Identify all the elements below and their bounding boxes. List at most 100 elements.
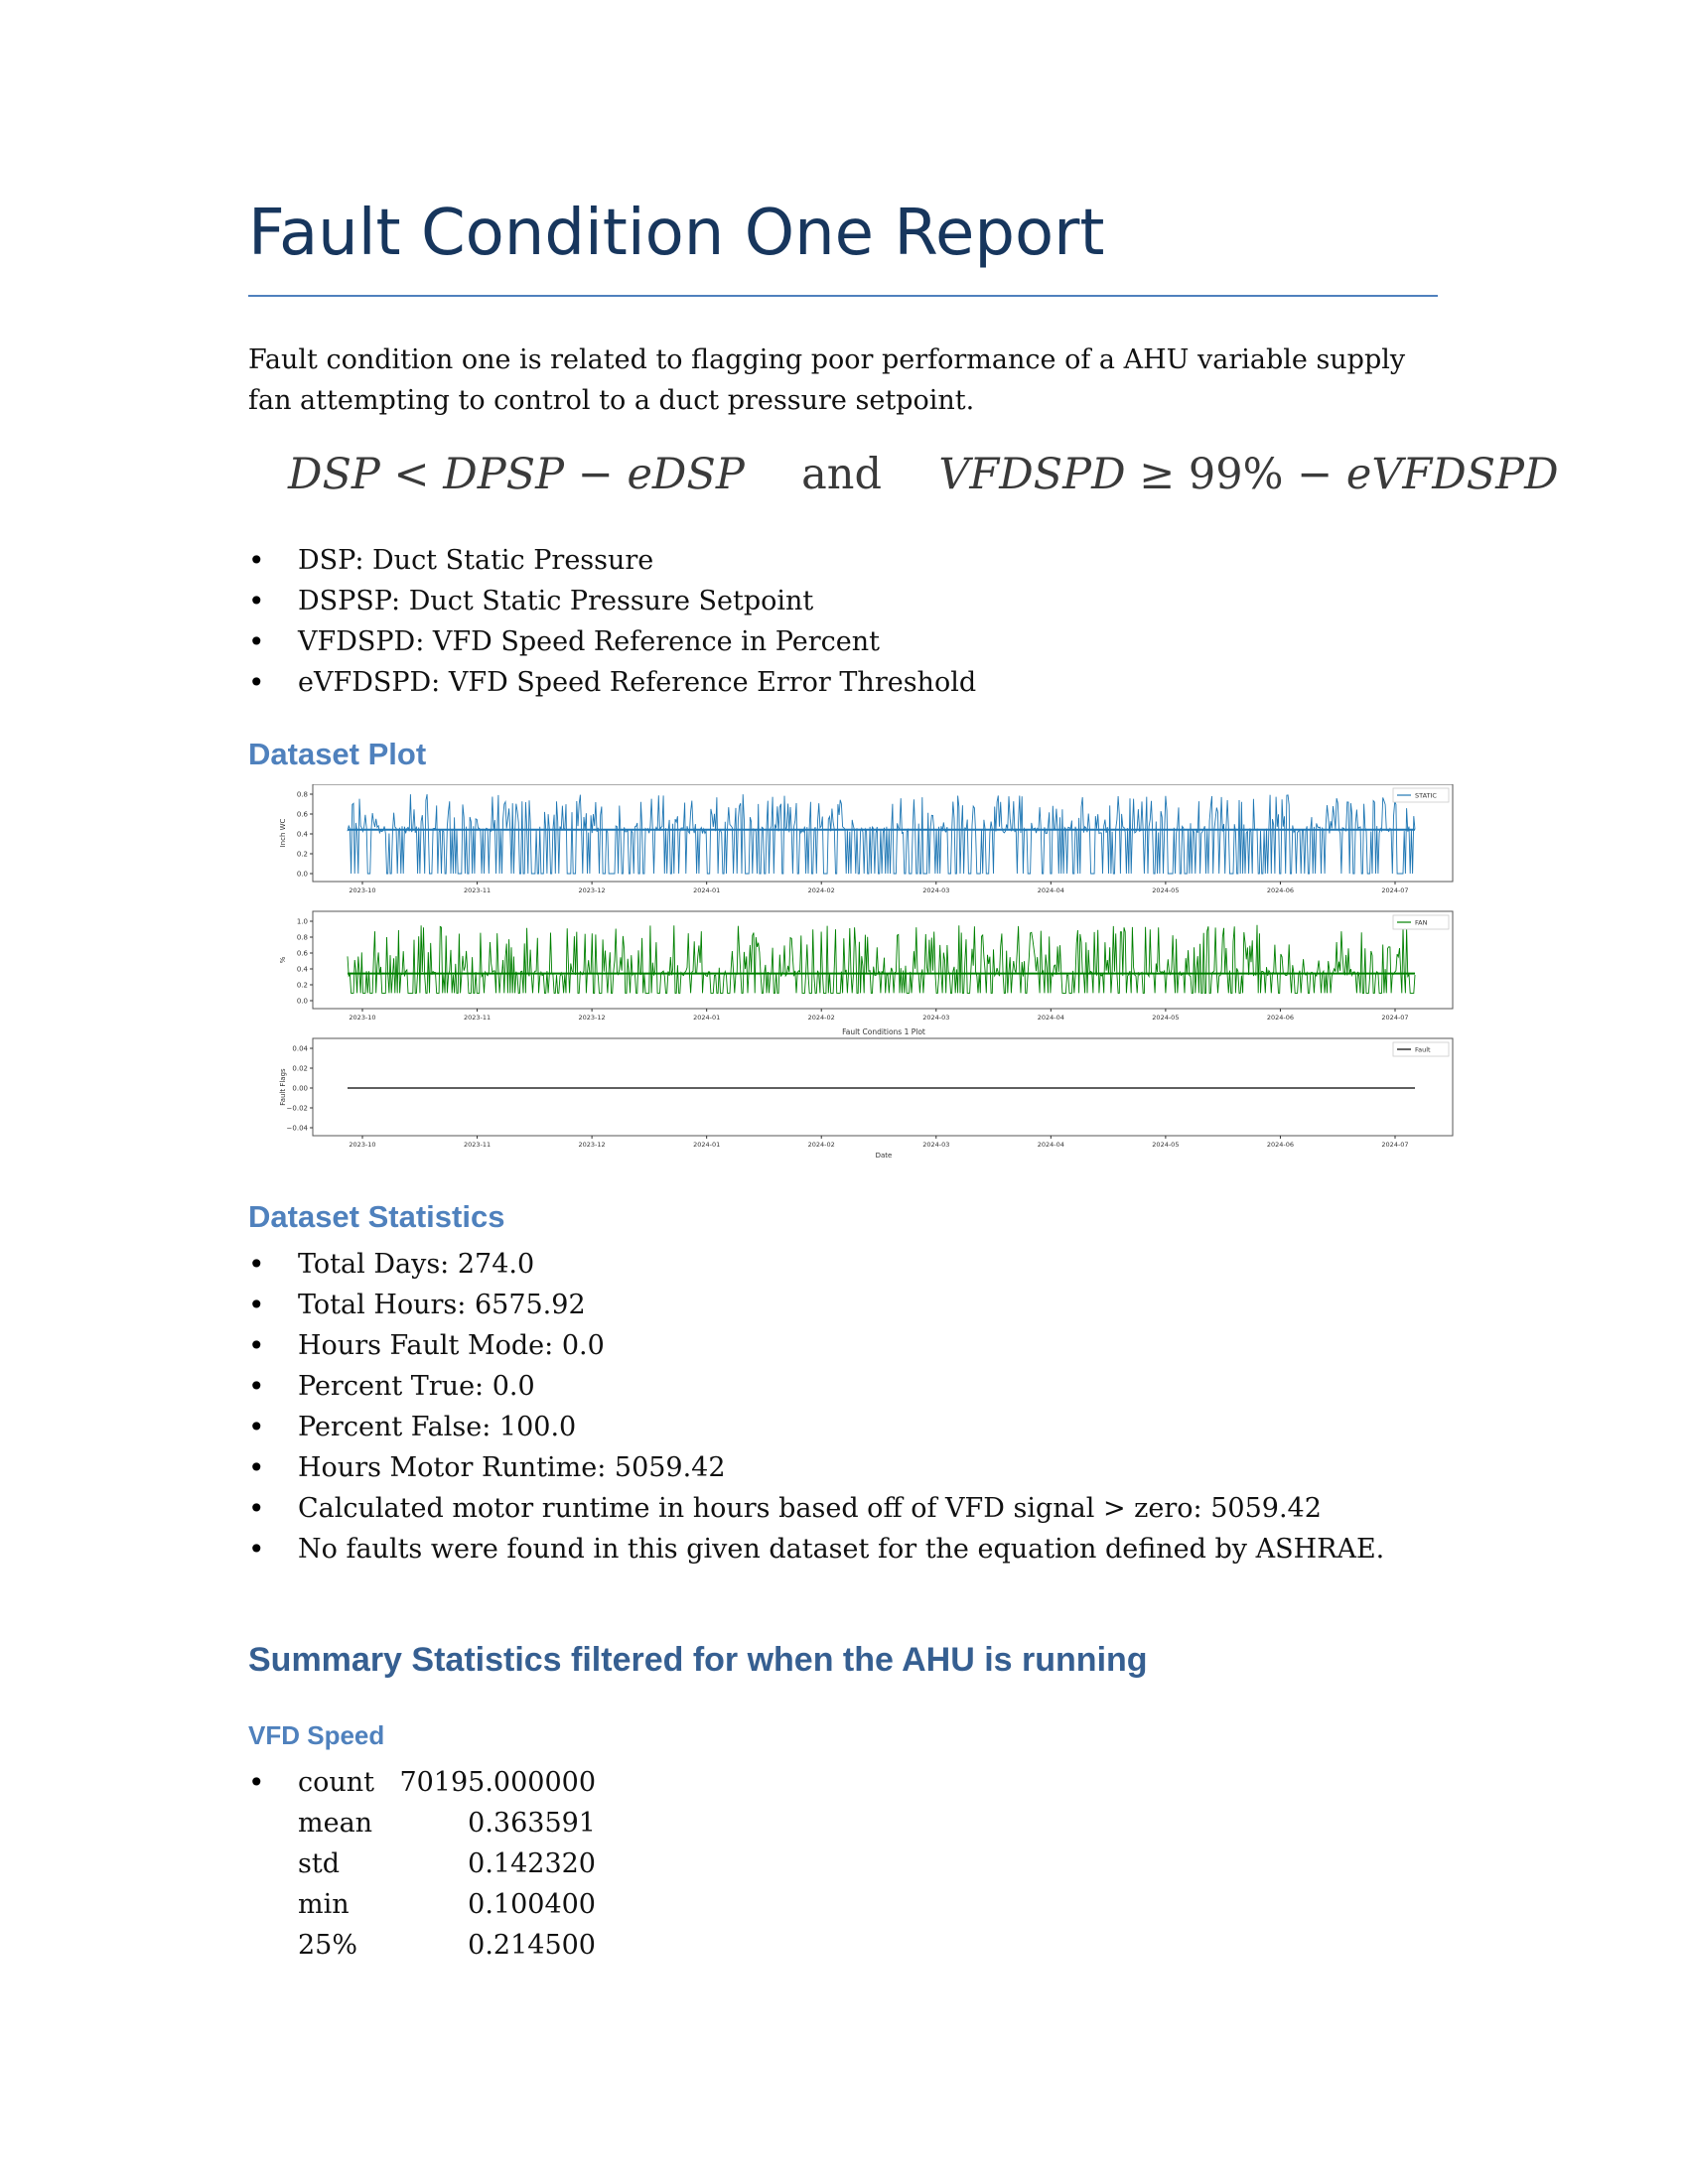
y-axis-label: Fault Flags	[279, 1068, 287, 1106]
legend-label: STATIC	[1415, 792, 1437, 800]
x-tick-label: 2024-01	[693, 1014, 720, 1022]
x-tick-label: 2024-01	[693, 1141, 720, 1149]
fault-equation: DSP < DPSP − eDSP and VFDSPD ≥ 99% − eVF…	[288, 450, 1559, 509]
y-tick-label: 0.8	[297, 934, 308, 942]
x-tick-label: 2024-04	[1038, 887, 1064, 894]
eq-edsp: eDSP	[627, 450, 745, 499]
x-tick-label: 2023-11	[464, 1141, 491, 1149]
y-tick-label: 0.02	[292, 1065, 308, 1073]
summary-heading: Summary Statistics filtered for when the…	[248, 1641, 1148, 1679]
x-tick-label: 2024-03	[922, 887, 949, 894]
list-item: No faults were found in this given datas…	[248, 1529, 1384, 1570]
eq-evfdspd: eVFDSPD	[1345, 450, 1559, 499]
page-title: Fault Condition One Report	[248, 197, 1105, 270]
vfd-stat-value: 0.214500	[468, 1930, 596, 1961]
x-tick-label: 2024-05	[1152, 1141, 1179, 1149]
y-axis-label: Inch WC	[279, 818, 287, 847]
dataset-plot-heading: Dataset Plot	[248, 737, 427, 771]
y-axis-label: %	[279, 956, 287, 963]
eq-and: and	[801, 450, 882, 499]
x-tick-label: 2024-01	[693, 887, 720, 894]
x-axis-label: Date	[876, 1152, 893, 1160]
y-tick-label: −0.02	[287, 1105, 308, 1113]
y-tick-label: 0.4	[297, 831, 309, 839]
x-tick-label: 2024-06	[1267, 1141, 1294, 1149]
eq-vfdspd: VFDSPD	[938, 450, 1126, 499]
vfd-stat-row: count 70195.000000	[298, 1762, 596, 1803]
list-item: DSP: Duct Static Pressure	[248, 540, 976, 581]
vfd-stat-key: std	[298, 1848, 340, 1879]
eq-99: 99%	[1188, 450, 1284, 499]
x-tick-label: 2024-03	[922, 1014, 949, 1022]
vfd-stat-row: mean 0.363591	[298, 1803, 596, 1843]
vfd-stats-table: count 70195.000000 mean 0.363591 std 0.1…	[298, 1762, 596, 1966]
x-tick-label: 2024-02	[808, 1014, 835, 1022]
x-tick-label: 2024-06	[1267, 887, 1294, 894]
vfd-stat-value: 0.142320	[468, 1848, 596, 1879]
x-tick-label: 2023-10	[349, 1141, 375, 1149]
y-tick-label: 0.2	[297, 982, 308, 990]
eq-dsp: DSP	[288, 450, 380, 499]
vfd-stat-row: std 0.142320	[298, 1843, 596, 1884]
chart-title: Fault Conditions 1 Plot	[842, 1027, 925, 1036]
vfd-stat-value: 70195.000000	[399, 1767, 596, 1798]
vfd-stat-key: count	[298, 1767, 375, 1798]
vfd-stat-key: 25%	[298, 1930, 358, 1961]
title-underline	[248, 295, 1438, 297]
y-tick-label: −0.04	[287, 1125, 309, 1133]
y-tick-label: 0.0	[297, 998, 308, 1006]
vfd-speed-heading: VFD Speed	[248, 1720, 385, 1750]
x-tick-label: 2024-05	[1152, 887, 1179, 894]
x-tick-label: 2023-12	[579, 1014, 606, 1022]
list-item: Hours Fault Mode: 0.0	[248, 1325, 1384, 1366]
y-tick-label: 0.6	[297, 950, 309, 958]
dataset-plot-figure: 0.8 0.6 0.4 0.2 0.0 Inch WC 2023-10 2023-11 2023…	[273, 784, 1465, 1161]
x-tick-label: 2024-07	[1381, 887, 1408, 894]
list-item: Calculated motor runtime in hours based …	[248, 1488, 1384, 1529]
vfd-stat-value: 0.363591	[468, 1808, 596, 1839]
x-tick-label: 2023-11	[464, 1014, 491, 1022]
y-tick-label: 0.04	[292, 1045, 308, 1053]
vfd-stats-bullet: •	[248, 1766, 265, 1799]
x-tick-label: 2023-12	[579, 1141, 606, 1149]
plot-frame	[312, 1037, 1454, 1137]
x-tick-label: 2023-12	[579, 887, 606, 894]
eq-minus-2: −	[1297, 450, 1334, 499]
x-tick-label: 2024-05	[1152, 1014, 1179, 1022]
x-tick-label: 2024-04	[1038, 1014, 1064, 1022]
definitions-list: DSP: Duct Static Pressure DSPSP: Duct St…	[248, 540, 976, 703]
list-item: Total Days: 274.0	[248, 1244, 1384, 1285]
y-tick-label: 1.0	[297, 918, 308, 926]
vfd-stat-row: min 0.100400	[298, 1884, 596, 1925]
list-item: eVFDSPD: VFD Speed Reference Error Thres…	[248, 662, 976, 703]
list-item: Hours Motor Runtime: 5059.42	[248, 1447, 1384, 1488]
y-tick-label: 0.8	[297, 791, 308, 799]
eq-minus-1: −	[577, 450, 614, 499]
x-tick-label: 2023-11	[464, 887, 491, 894]
eq-lt: <	[393, 450, 430, 499]
y-tick-label: 0.00	[292, 1085, 308, 1093]
list-item: Total Hours: 6575.92	[248, 1285, 1384, 1325]
list-item: Percent True: 0.0	[248, 1366, 1384, 1407]
x-tick-label: 2024-07	[1381, 1141, 1408, 1149]
legend-label: Fault	[1415, 1046, 1431, 1054]
x-tick-label: 2024-04	[1038, 1141, 1064, 1149]
y-tick-label: 0.0	[297, 871, 308, 879]
x-tick-label: 2024-07	[1381, 1014, 1408, 1022]
eq-ge: ≥	[1139, 450, 1176, 499]
vfd-stat-key: mean	[298, 1808, 373, 1839]
x-tick-label: 2024-02	[808, 887, 835, 894]
intro-paragraph: Fault condition one is related to flaggi…	[248, 344, 1406, 416]
statistics-list: Total Days: 274.0 Total Hours: 6575.92 H…	[248, 1244, 1384, 1570]
x-tick-label: 2024-06	[1267, 1014, 1294, 1022]
vfd-stat-value: 0.100400	[468, 1889, 596, 1920]
x-tick-label: 2023-10	[349, 1014, 375, 1022]
plot-frame	[312, 910, 1454, 1010]
vfd-stat-key: min	[298, 1889, 350, 1920]
list-item: VFDSPD: VFD Speed Reference in Percent	[248, 621, 976, 662]
list-item: Percent False: 100.0	[248, 1407, 1384, 1447]
vfd-stat-row: 25% 0.214500	[298, 1925, 596, 1966]
x-tick-label: 2024-02	[808, 1141, 835, 1149]
y-tick-label: 0.2	[297, 851, 308, 859]
x-tick-label: 2023-10	[349, 887, 375, 894]
